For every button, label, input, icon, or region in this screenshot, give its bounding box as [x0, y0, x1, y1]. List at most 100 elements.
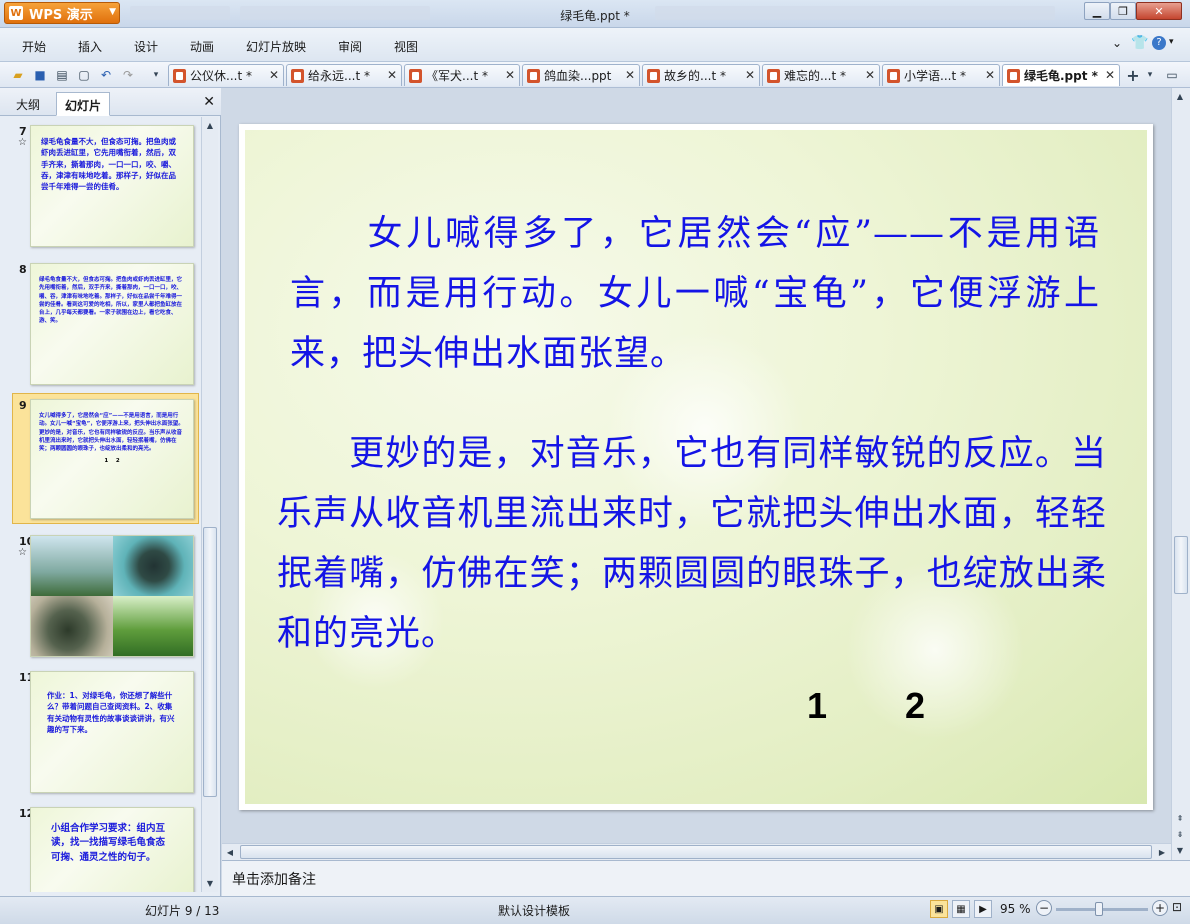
- doc-tab-label: 小学语...t *: [904, 69, 966, 83]
- doc-tab-4[interactable]: 鸽血染...ppt ✕: [522, 64, 640, 86]
- fit-window-icon[interactable]: ⊡: [1172, 900, 1182, 914]
- scroll-left-icon[interactable]: ◀: [222, 844, 238, 860]
- menu-design[interactable]: 设计: [134, 38, 158, 55]
- close-tab-icon[interactable]: ✕: [505, 68, 515, 82]
- slide-thumbnail-7[interactable]: 绿毛龟食量不大，但食态可掬。把鱼肉或虾肉丢进缸里，它先用嘴衔着，然后，双手齐来，…: [30, 125, 194, 247]
- doc-tab-3[interactable]: 《军犬...t * ✕: [404, 64, 520, 86]
- close-tab-icon[interactable]: ✕: [1105, 68, 1115, 82]
- doc-tab-1[interactable]: 公仪休...t * ✕: [168, 64, 284, 86]
- page-number-1[interactable]: 1: [807, 685, 827, 727]
- design-template-name[interactable]: 默认设计模板: [498, 902, 570, 919]
- close-tab-icon[interactable]: ✕: [865, 68, 875, 82]
- scroll-up-icon[interactable]: ▲: [1172, 88, 1188, 104]
- menu-animation[interactable]: 动画: [190, 38, 214, 55]
- tab-outline[interactable]: 大纲: [8, 92, 48, 116]
- previous-slide-icon[interactable]: ⇞: [1172, 810, 1188, 826]
- menu-insert[interactable]: 插入: [78, 38, 102, 55]
- normal-view-icon[interactable]: ▣: [930, 900, 948, 918]
- zoom-slider-thumb[interactable]: [1095, 902, 1103, 916]
- slide-counter: 幻灯片 9 / 13: [145, 904, 220, 918]
- slide-paragraph-1[interactable]: 女儿喊得多了，它居然会“应”——不是用语言，而是用行动。女儿一喊“宝龟”，它便浮…: [290, 204, 1100, 384]
- ppt-file-icon: [409, 68, 422, 83]
- close-panel-icon[interactable]: ✕: [203, 94, 215, 110]
- ppt-file-icon: [173, 68, 186, 83]
- new-tab-icon[interactable]: +: [1125, 66, 1141, 85]
- scrollbar-thumb[interactable]: [1174, 536, 1188, 594]
- help-dropdown-icon[interactable]: ▾: [1169, 37, 1174, 47]
- slide-thumbnail-8[interactable]: 绿毛龟食量不大，但食态可掬。把鱼肉或虾肉丢进缸里，它先用嘴衔着，然后，双手齐来，…: [30, 263, 194, 385]
- menu-view[interactable]: 视图: [394, 38, 418, 55]
- print-preview-icon[interactable]: ▢: [76, 67, 92, 83]
- close-tab-icon[interactable]: ✕: [985, 68, 995, 82]
- tab-slides[interactable]: 幻灯片: [56, 92, 111, 116]
- print-icon[interactable]: ▤: [54, 67, 70, 83]
- slide-scrollbar[interactable]: ▲ ⇞ ⇟ ▼: [1171, 88, 1190, 860]
- next-slide-icon[interactable]: ⇟: [1172, 826, 1188, 842]
- zoom-in-icon[interactable]: +: [1152, 900, 1168, 916]
- ribbon-collapse-icon[interactable]: ⌄: [1112, 36, 1122, 50]
- doc-tab-label: 公仪休...t *: [190, 69, 252, 83]
- window-layout-icon[interactable]: ▭: [1164, 67, 1180, 83]
- doc-tab-active[interactable]: 绿毛龟.ppt * ✕: [1002, 64, 1120, 86]
- doc-tab-label: 鸽血染...ppt: [544, 69, 612, 83]
- thumbnail-number: 9: [19, 399, 27, 412]
- close-tab-icon[interactable]: ✕: [625, 68, 635, 82]
- zoom-out-icon[interactable]: −: [1036, 900, 1052, 916]
- skin-shirt-icon[interactable]: 👕: [1131, 35, 1148, 51]
- tab-list-icon[interactable]: ▾: [1142, 67, 1158, 83]
- undo-icon[interactable]: ↶: [98, 67, 114, 83]
- thumbnail-text: 作业：1、对绿毛龟，你还想了解些什么？带着问题自己查阅资料。2、收集有关动物有灵…: [47, 691, 175, 734]
- menu-review[interactable]: 审阅: [338, 38, 362, 55]
- menu-bar: 开始 插入 设计 动画 幻灯片放映 审阅 视图 ⌄ 👕 ? ▾: [0, 28, 1190, 62]
- doc-tab-label: 故乡的...t *: [664, 69, 726, 83]
- turtle-photo-4: [113, 596, 193, 656]
- maximize-button[interactable]: ❐: [1110, 2, 1136, 20]
- redo-icon[interactable]: ↷: [120, 67, 136, 83]
- scroll-down-icon[interactable]: ▼: [202, 875, 218, 891]
- open-folder-icon[interactable]: ▰: [10, 67, 26, 83]
- scrollbar-thumb[interactable]: [240, 845, 1152, 859]
- animation-star-icon: ☆: [18, 137, 27, 148]
- minimize-button[interactable]: ▁: [1084, 2, 1110, 20]
- scrollbar-thumb[interactable]: [203, 527, 217, 797]
- slides-panel: 大纲 幻灯片 ✕ 7 ☆ 绿毛龟食量不大，但食态可掬。把鱼肉或虾肉丢进缸里，它先…: [0, 88, 221, 896]
- notes-placeholder: 单击添加备注: [232, 872, 316, 888]
- notes-pane[interactable]: 单击添加备注: [222, 860, 1190, 896]
- slide-thumbnail-9[interactable]: 女儿喊得多了，它居然会“应”——不是用语言，而是用行动。女儿一喊“宝龟”，它便浮…: [30, 399, 194, 519]
- toolbar-more-icon[interactable]: ▾: [148, 67, 164, 83]
- slide-thumbnail-10[interactable]: [30, 535, 194, 657]
- doc-tab-5[interactable]: 故乡的...t * ✕: [642, 64, 760, 86]
- ppt-file-icon: [767, 68, 780, 83]
- doc-tab-2[interactable]: 给永远...t * ✕: [286, 64, 402, 86]
- close-button[interactable]: ✕: [1136, 2, 1182, 20]
- save-icon[interactable]: ■: [32, 67, 48, 83]
- toolbar: ▰ ■ ▤ ▢ ↶ ↷ ▾ 公仪休...t * ✕ 给永远...t * ✕ 《军犬.…: [0, 62, 1190, 88]
- doc-tab-6[interactable]: 难忘的...t * ✕: [762, 64, 880, 86]
- zoom-level: 95 %: [1000, 902, 1031, 916]
- scroll-right-icon[interactable]: ▶: [1154, 844, 1170, 860]
- status-bar: 幻灯片 9 / 13 默认设计模板 ▣ ▦ ▶ 95 % − + ⊡: [0, 896, 1190, 924]
- slide-thumbnail-11[interactable]: 作业：1、对绿毛龟，你还想了解些什么？带着问题自己查阅资料。2、收集有关动物有灵…: [30, 671, 194, 793]
- scroll-up-icon[interactable]: ▲: [202, 117, 218, 133]
- close-tab-icon[interactable]: ✕: [745, 68, 755, 82]
- help-icon[interactable]: ?: [1152, 36, 1166, 50]
- thumbnails-scrollbar[interactable]: ▲ ▼: [201, 117, 218, 892]
- doc-tab-label: 绿毛龟.ppt *: [1024, 69, 1098, 83]
- slide-9[interactable]: 女儿喊得多了，它居然会“应”——不是用语言，而是用行动。女儿一喊“宝龟”，它便浮…: [239, 124, 1153, 810]
- slide-thumbnail-12[interactable]: 小组合作学习要求：组内互读，找一找描写绿毛龟食态可掬、通灵之性的句子。: [30, 807, 194, 892]
- horizontal-scrollbar[interactable]: ◀ ▶: [222, 843, 1171, 860]
- slideshow-play-icon[interactable]: ▶: [974, 900, 992, 918]
- slide-sorter-icon[interactable]: ▦: [952, 900, 970, 918]
- slide-paragraph-2[interactable]: 更妙的是，对音乐，它也有同样敏锐的反应。当乐声从收音机里流出来时，它就把头伸出水…: [277, 424, 1107, 664]
- doc-tab-label: 难忘的...t *: [784, 69, 846, 83]
- menu-home[interactable]: 开始: [22, 38, 46, 55]
- close-tab-icon[interactable]: ✕: [387, 68, 397, 82]
- scroll-down-icon[interactable]: ▼: [1172, 842, 1188, 858]
- thumbnail-text: 绿毛龟食量不大，但食态可掬。把鱼肉或虾肉丢进缸里，它先用嘴衔着，然后，双手齐来，…: [39, 277, 183, 325]
- doc-tab-7[interactable]: 小学语...t * ✕: [882, 64, 1000, 86]
- ppt-file-icon: [887, 68, 900, 83]
- window-title: 绿毛龟.ppt *: [560, 9, 630, 23]
- close-tab-icon[interactable]: ✕: [269, 68, 279, 82]
- menu-slideshow[interactable]: 幻灯片放映: [246, 38, 306, 55]
- page-number-2[interactable]: 2: [905, 685, 925, 727]
